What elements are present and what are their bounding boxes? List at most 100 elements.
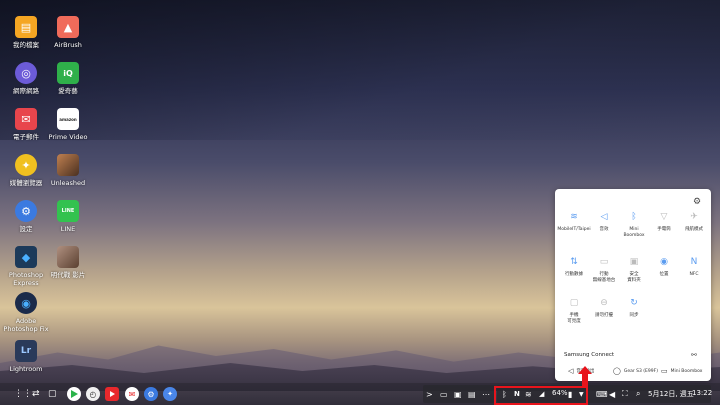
photoshop-fix-icon: ◉ <box>15 292 37 314</box>
date-text: 5月12日, 週五 <box>648 390 694 398</box>
lightroom-icon: Lr <box>15 340 37 362</box>
airbrush-icon: ▲ <box>57 16 79 38</box>
qs-tile-wifi[interactable]: ≋ MobileIT/Taipei <box>557 212 591 233</box>
desktop-icon-game[interactable]: 明代戰 影片 <box>45 246 91 279</box>
highlight-arrow-icon <box>578 366 592 386</box>
qs-tile-airplane[interactable]: ✈ 飛航模式 <box>679 212 709 233</box>
home-icon[interactable]: ▢ <box>48 387 57 401</box>
desktop-icon-label: AirBrush <box>54 41 82 49</box>
desktop-icon-iqiyi[interactable]: iQ 愛奇藝 <box>45 62 91 95</box>
desktop-icon-lightroom[interactable]: Lr Lightroom <box>3 340 49 373</box>
qs-tile-secure-folder[interactable]: ▣ 安全 資料夾 <box>619 257 649 283</box>
recent-apps-icon[interactable]: ⇄ <box>32 387 40 401</box>
internet-icon: ◎ <box>15 62 37 84</box>
desktop-icon-photoshop-fix[interactable]: ◉ Adobe Photoshop Fix <box>3 292 49 333</box>
desktop-icon-label: 愛奇藝 <box>58 87 78 95</box>
screenshot-icon[interactable]: ⛶ <box>622 387 628 401</box>
apps-grid-icon[interactable]: ⋮⋮ <box>14 387 32 401</box>
desktop-icon-label: 明代戰 影片 <box>50 271 86 279</box>
desktop-icon-prime-video[interactable]: amazon Prime Video <box>45 108 91 141</box>
taskbar: ⋮⋮ ⇄ ▢ ◴ ✉ ⚙ ✦ > ▭ ▣ ▤ ⋯ ᛒ N ≋ ◢ 64% ▮ ▼… <box>0 383 720 405</box>
notification-icon[interactable]: ▭ <box>440 387 448 401</box>
desktop-icon-label: Photoshop Express <box>8 271 44 287</box>
desktop-icon-settings[interactable]: ⚙ 設定 <box>3 200 49 233</box>
location-icon: ◉ <box>660 257 668 267</box>
qs-tile-mobile-data[interactable]: ⇅ 行動數據 <box>559 257 589 278</box>
qs-tile-bluetooth[interactable]: ᛒ Mini Boombox <box>619 212 649 238</box>
speaker-icon: ◁ <box>568 367 574 375</box>
qs-tile-label: 手電筒 <box>657 227 671 232</box>
desktop-icon-email[interactable]: ✉ 電子郵件 <box>3 108 49 141</box>
app-notification-icon[interactable]: ▤ <box>468 387 476 401</box>
desktop-icon-label: LINE <box>60 225 76 233</box>
desktop-icon-label: Prime Video <box>48 133 88 141</box>
settings-taskbar-icon[interactable]: ⚙ <box>144 387 158 401</box>
desktop-icon-media-browser[interactable]: ✦ 媒體瀏覽器 <box>3 154 49 187</box>
qs-tile-label: 同步 <box>629 313 639 318</box>
desktop-icon-line[interactable]: LINE LINE <box>45 200 91 233</box>
desktop-icon-label: 電子郵件 <box>13 133 39 141</box>
gallery-icon[interactable]: ▣ <box>454 387 462 401</box>
line-icon: LINE <box>57 200 79 222</box>
desktop-icon-label: Adobe Photoshop Fix <box>3 317 49 333</box>
settings-gear-icon[interactable]: ⚙ <box>693 197 701 207</box>
qs-tile-label: NFC <box>689 272 699 277</box>
qs-tile-label: 手機 可見度 <box>567 313 581 324</box>
media-taskbar-icon[interactable]: ✦ <box>163 387 177 401</box>
desktop-icon-internet[interactable]: ◎ 網際網路 <box>3 62 49 95</box>
samsung-connect-title: Samsung Connect <box>564 352 615 358</box>
qs-tile-hotspot[interactable]: ▭ 行動 無線基地台 <box>589 257 619 283</box>
gmail-icon[interactable]: ✉ <box>125 387 139 401</box>
connect-link-icon[interactable]: ⚯ <box>691 351 697 359</box>
keyboard-icon[interactable]: ⌨ <box>596 387 608 401</box>
desktop-icon-airbrush[interactable]: ▲ AirBrush <box>45 16 91 49</box>
clock-icon[interactable]: ◴ <box>86 387 100 401</box>
media-browser-icon: ✦ <box>15 154 37 176</box>
qs-tile-nfc[interactable]: N NFC <box>679 257 709 278</box>
qs-tile-label: 飛航模式 <box>685 227 703 232</box>
desktop-icon-label: 媒體瀏覽器 <box>9 179 43 187</box>
device-mini-boombox[interactable]: ▭ Mini Boombox <box>661 367 702 375</box>
folder-icon: ▤ <box>15 16 37 38</box>
qs-tile-label: 音效 <box>599 227 609 232</box>
qs-tile-sound[interactable]: ◁ 音效 <box>589 212 619 233</box>
volume-icon[interactable]: ◀ <box>609 387 615 401</box>
qs-tile-label: 位置 <box>659 272 669 277</box>
more-icon[interactable]: ⋯ <box>482 387 490 401</box>
search-icon[interactable]: ⌕ <box>636 387 640 401</box>
time-text: 13:22 <box>692 389 713 397</box>
qs-tile-label: Mini Boombox <box>623 227 645 238</box>
sound-icon: ◁ <box>600 212 608 222</box>
chevron-right-icon[interactable]: > <box>426 387 433 401</box>
wifi-icon: ≋ <box>570 212 578 222</box>
boombox-icon: ▭ <box>661 367 668 375</box>
qs-tile-sync[interactable]: ↻ 同步 <box>619 298 649 319</box>
visibility-icon: ▢ <box>569 298 579 308</box>
qs-tile-flashlight[interactable]: ▽ 手電筒 <box>649 212 679 233</box>
desktop-icon-my-files[interactable]: ▤ 我的檔案 <box>3 16 49 49</box>
sync-icon: ↻ <box>630 298 638 308</box>
youtube-icon[interactable] <box>105 387 119 401</box>
photoshop-express-icon: ◆ <box>15 246 37 268</box>
mobile-data-icon: ⇅ <box>570 257 578 267</box>
game-icon <box>57 246 79 268</box>
qs-tile-visibility[interactable]: ▢ 手機 可見度 <box>559 298 589 324</box>
device-gear-s3[interactable]: ◯ Gear S3 (E99F) <box>613 367 658 375</box>
flashlight-icon: ▽ <box>660 212 668 222</box>
play-store-icon[interactable] <box>67 387 81 401</box>
qs-tile-label: 安全 資料夾 <box>627 272 641 283</box>
desktop-icon-photoshop-express[interactable]: ◆ Photoshop Express <box>3 246 49 287</box>
watch-icon: ◯ <box>613 367 621 375</box>
do-not-disturb-icon: ⊖ <box>600 298 608 308</box>
email-icon: ✉ <box>15 108 37 130</box>
qs-tile-do-not-disturb[interactable]: ⊖ 請勿打擾 <box>589 298 619 319</box>
qs-tile-label: 請勿打擾 <box>595 313 613 318</box>
settings-icon: ⚙ <box>15 200 37 222</box>
qs-tile-label: MobileIT/Taipei <box>557 227 591 232</box>
desktop-icon-unleashed[interactable]: Unleashed <box>45 154 91 187</box>
bluetooth-icon: ᛒ <box>631 212 637 222</box>
qs-tile-location[interactable]: ◉ 位置 <box>649 257 679 278</box>
desktop-icon-label: 我的檔案 <box>13 41 39 49</box>
nfc-icon: N <box>690 257 698 267</box>
iqiyi-icon: iQ <box>57 62 79 84</box>
